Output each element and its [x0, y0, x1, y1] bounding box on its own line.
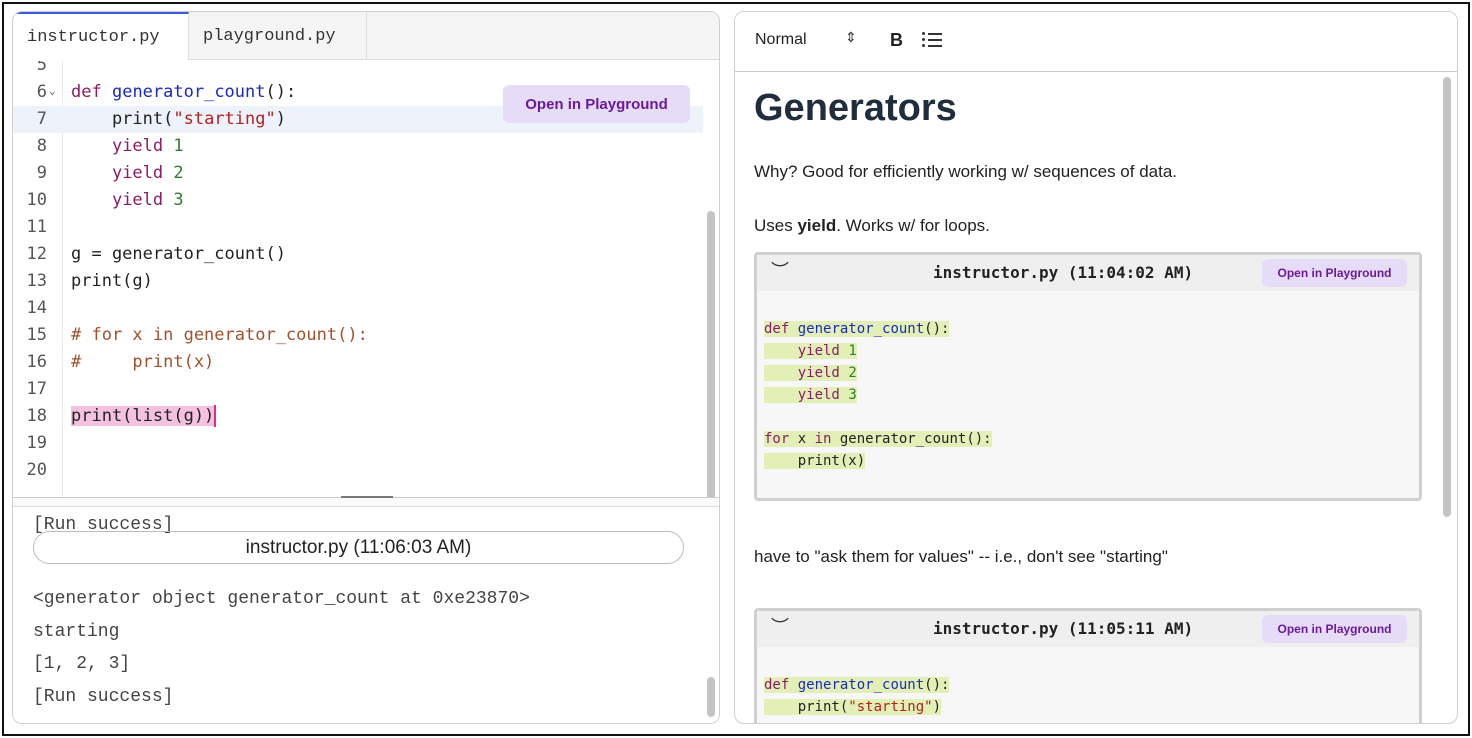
line-number: 10: [26, 190, 47, 210]
open-in-playground-button[interactable]: Open in Playground: [503, 85, 690, 123]
collapse-chevron-icon[interactable]: ︶: [771, 257, 789, 283]
doc-paragraph: have to "ask them for values" -- i.e., d…: [754, 547, 1168, 566]
editor-scrollbar[interactable]: [707, 211, 715, 497]
code-line: 9 yield 2: [13, 160, 703, 187]
line-number: 20: [26, 460, 47, 480]
console-line: <generator object generator_count at 0xe…: [33, 589, 530, 609]
bold-button[interactable]: B: [890, 30, 903, 51]
code-line: 10 yield 3: [13, 187, 703, 214]
line-number: 13: [26, 271, 47, 291]
code-text: print(list(g)): [71, 403, 217, 430]
snippet-code-line: yield 1: [764, 340, 857, 362]
line-number: 15: [26, 325, 47, 345]
open-in-playground-button[interactable]: Open in Playground: [1262, 259, 1407, 287]
snippet-code-line: yield 2: [764, 362, 857, 384]
code-line: 20: [13, 457, 703, 484]
text-style-select[interactable]: Normal: [755, 31, 807, 49]
line-number: 12: [26, 244, 47, 264]
snippet-code-line: print(x): [764, 453, 866, 469]
code-line: 15 # for x in generator_count():: [13, 322, 703, 349]
bullet-list-icon[interactable]: [922, 30, 942, 48]
line-number: 9: [36, 163, 47, 183]
text-cursor: [214, 405, 217, 427]
code-line: 12 g = generator_count(): [13, 241, 703, 268]
code-line: 18 print(list(g)): [13, 403, 703, 430]
console-line: [1, 2, 3]: [33, 654, 131, 674]
line-number: 7: [36, 109, 47, 129]
pane-splitter[interactable]: [13, 496, 719, 507]
format-toolbar: Normal ⇕ B: [735, 12, 1457, 72]
console-line: starting: [33, 622, 120, 642]
highlighted-code: print(list(g)): [71, 406, 215, 426]
code-line: 19: [13, 430, 703, 457]
snippet-title: instructor.py (11:05:11 AM): [933, 619, 1194, 638]
console-line: [Run success]: [33, 687, 174, 707]
line-number: 5: [36, 61, 47, 75]
splitter-handle[interactable]: [341, 496, 393, 498]
snippet-code-line: def generator_count():: [764, 321, 950, 337]
code-comment: # for x in generator_count():: [71, 325, 368, 345]
code-text: def generator_count():: [71, 82, 297, 102]
line-number: 19: [26, 433, 47, 453]
document-body[interactable]: Generators Why? Good for efficiently wor…: [735, 73, 1445, 723]
snippet-code-line: def generator_count():: [764, 677, 950, 693]
output-console: [Run success] instructor.py (11:06:03 AM…: [13, 507, 719, 723]
code-snippet-card: ︶ instructor.py (11:05:11 AM) Open in Pl…: [754, 608, 1422, 723]
code-text: yield 3: [111, 190, 184, 210]
open-in-playground-button[interactable]: Open in Playground: [1262, 615, 1407, 643]
document-scrollbar[interactable]: [1443, 77, 1451, 517]
code-line: 8 yield 1: [13, 133, 703, 160]
code-text: print("starting"): [71, 109, 286, 129]
file-tabs: instructor.py playground.py: [13, 12, 719, 60]
run-label-pill: instructor.py (11:06:03 AM): [33, 531, 684, 564]
code-comment: # print(x): [71, 352, 215, 372]
code-line: 13 print(g): [13, 268, 703, 295]
select-caret-icon[interactable]: ⇕: [845, 29, 857, 46]
snippet-title: instructor.py (11:04:02 AM): [933, 263, 1194, 282]
line-number: 11: [26, 217, 47, 237]
line-number: 8: [36, 136, 47, 156]
snippet-code-line: print("starting"): [764, 699, 942, 715]
code-line: 11: [13, 214, 703, 241]
code-text: print(g): [71, 271, 153, 291]
code-editor-panel: instructor.py playground.py 5 6 ⌄ def ge…: [12, 11, 720, 724]
doc-paragraph: Why? Good for efficiently working w/ seq…: [754, 162, 1178, 181]
code-editor[interactable]: 5 6 ⌄ def generator_count(): 7 print("st…: [13, 61, 719, 497]
console-scrollbar[interactable]: [707, 677, 715, 717]
tab-playground[interactable]: playground.py: [189, 12, 367, 60]
line-number: 18: [26, 406, 47, 426]
snippet-header: ︶ instructor.py (11:04:02 AM) Open in Pl…: [757, 255, 1419, 291]
code-line: 14: [13, 295, 703, 322]
line-number: 14: [26, 298, 47, 318]
line-number: 6: [36, 82, 47, 102]
fold-chevron-icon[interactable]: ⌄: [49, 77, 56, 104]
doc-paragraph: Uses yield. Works w/ for loops.: [754, 216, 990, 235]
tab-instructor[interactable]: instructor.py: [13, 12, 189, 60]
code-snippet-card: ︶ instructor.py (11:04:02 AM) Open in Pl…: [754, 252, 1422, 501]
code-text: yield 2: [111, 163, 184, 183]
code-text: yield 1: [111, 136, 184, 156]
collapse-chevron-icon[interactable]: ︶: [771, 613, 789, 639]
code-text: g = generator_count(): [71, 244, 286, 264]
notes-panel: Normal ⇕ B Generators Why? Good for effi…: [734, 11, 1458, 724]
code-line: 16 # print(x): [13, 349, 703, 376]
code-line: 17: [13, 376, 703, 403]
line-number: 16: [26, 352, 47, 372]
snippet-code-line: for x in generator_count():: [764, 431, 992, 447]
line-number: 17: [26, 379, 47, 399]
snippet-header: ︶ instructor.py (11:05:11 AM) Open in Pl…: [757, 611, 1419, 647]
code-line: 5: [13, 61, 703, 79]
doc-heading: Generators: [754, 87, 957, 129]
snippet-code-line: yield 3: [764, 384, 857, 406]
